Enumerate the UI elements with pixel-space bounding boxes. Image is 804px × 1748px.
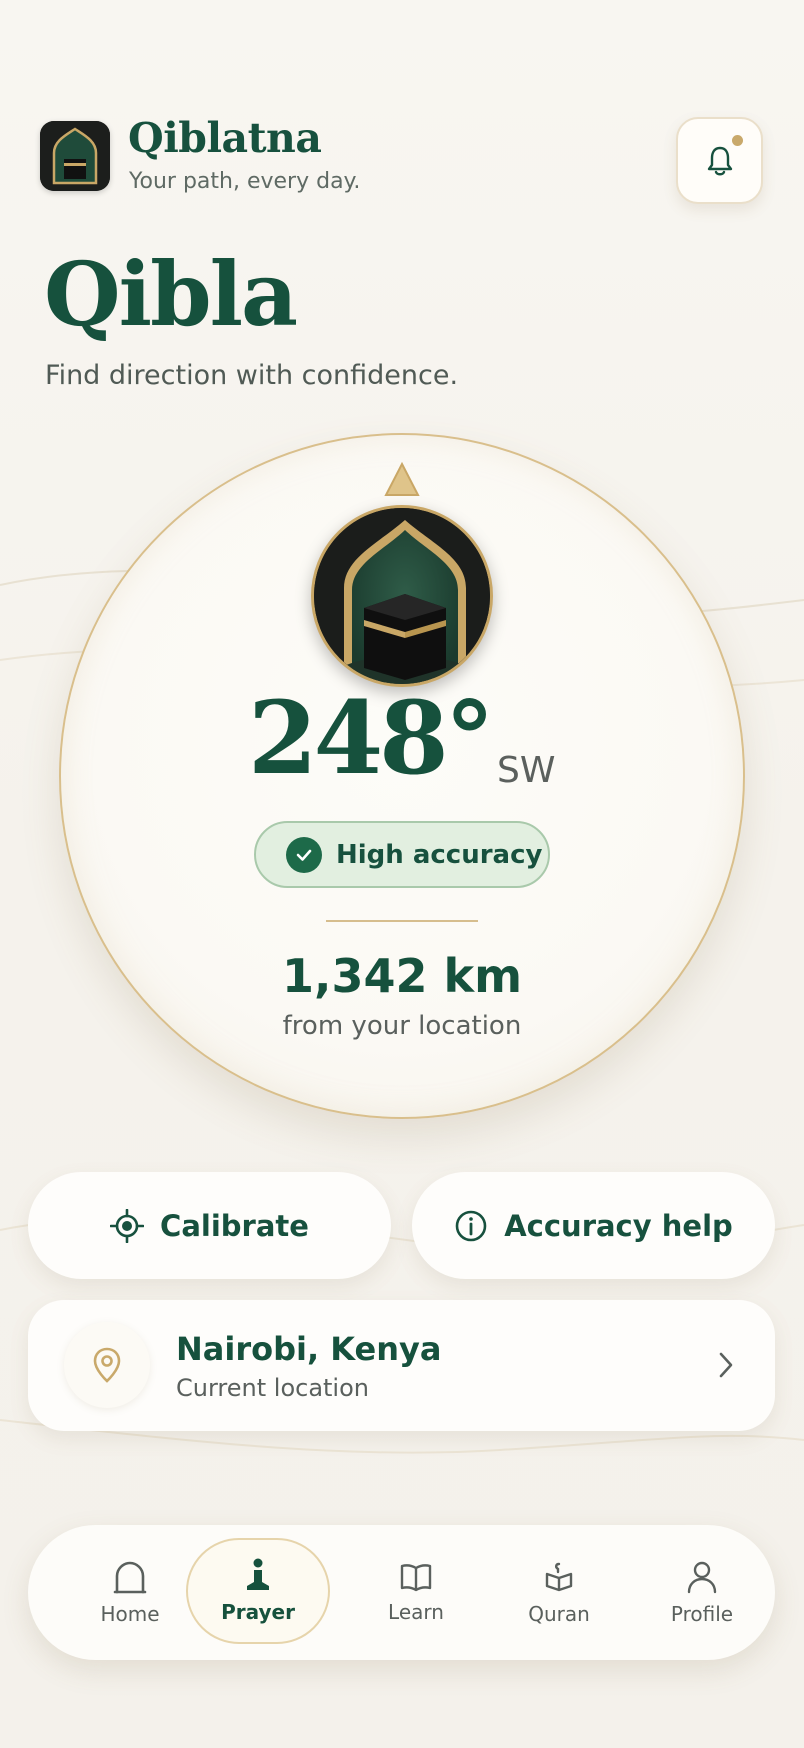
notifications-button[interactable] — [676, 117, 763, 204]
home-arch-icon — [113, 1561, 147, 1593]
quran-stand-icon — [545, 1562, 573, 1591]
nav-item-quran[interactable]: Quran — [494, 1525, 624, 1660]
app-logo — [40, 121, 110, 191]
accuracy-badge: High accuracy — [254, 821, 550, 888]
nav-label: Prayer — [221, 1600, 295, 1624]
brand-tagline: Your path, every day. — [129, 169, 361, 194]
chevron-right-icon — [719, 1352, 733, 1378]
notification-dot — [732, 135, 743, 146]
page-subtitle: Find direction with confidence. — [45, 360, 459, 391]
person-icon — [687, 1561, 717, 1593]
accuracy-label: High accuracy — [336, 839, 543, 870]
bottom-nav: Home Prayer Learn Quran Profile — [28, 1525, 775, 1660]
nav-item-learn[interactable]: Learn — [351, 1525, 481, 1660]
bell-icon — [707, 146, 732, 175]
location-name: Nairobi, Kenya — [176, 1330, 442, 1368]
accuracy-help-label: Accuracy help — [504, 1208, 733, 1243]
qibla-direction: SW — [497, 750, 556, 791]
location-card[interactable]: Nairobi, Kenya Current location — [28, 1300, 775, 1431]
divider — [326, 920, 478, 922]
nav-item-prayer[interactable]: Prayer — [186, 1538, 330, 1644]
nav-label: Home — [100, 1601, 160, 1626]
location-pin-container — [64, 1322, 150, 1408]
page-title: Qibla — [44, 242, 298, 346]
nav-label: Profile — [670, 1601, 734, 1626]
kaaba-icon — [311, 505, 493, 687]
qibla-heading: 248° — [248, 679, 495, 797]
distance-label: from your location — [282, 1011, 522, 1041]
calibrate-label: Calibrate — [160, 1208, 309, 1243]
nav-label: Learn — [388, 1599, 444, 1624]
location-subtitle: Current location — [176, 1374, 369, 1402]
direction-pointer-icon — [384, 462, 420, 496]
location-pin-icon — [93, 1347, 121, 1383]
calibrate-button[interactable]: Calibrate — [28, 1172, 391, 1279]
crosshair-icon — [110, 1208, 145, 1243]
nav-item-profile[interactable]: Profile — [637, 1525, 767, 1660]
info-icon — [455, 1210, 487, 1241]
open-book-icon — [400, 1563, 432, 1591]
prayer-person-icon — [247, 1558, 269, 1590]
brand-name: Qiblatna — [128, 114, 322, 162]
accuracy-help-button[interactable]: Accuracy help — [412, 1172, 775, 1279]
nav-item-home[interactable]: Home — [65, 1525, 195, 1660]
distance-value: 1,342 km — [281, 949, 523, 1003]
nav-label: Quran — [528, 1601, 590, 1626]
check-icon — [286, 836, 322, 873]
